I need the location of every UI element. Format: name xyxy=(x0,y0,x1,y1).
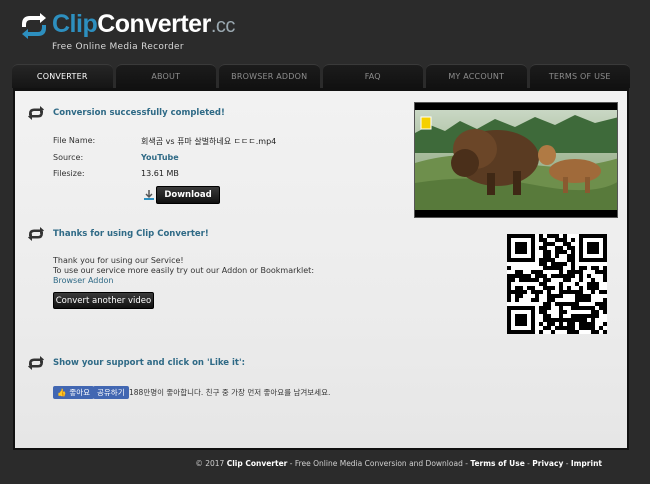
sync-icon xyxy=(28,227,44,241)
footer-imprint-link[interactable]: Imprint xyxy=(571,459,602,468)
thumbs-up-icon: 👍 xyxy=(57,388,67,397)
file-name-value: 회색곰 vs 퓨마 살벌하네요 ㄷㄷㄷ.mp4 xyxy=(141,137,277,146)
logo-subtitle: Free Online Media Recorder xyxy=(52,42,184,52)
tab-my-account[interactable]: MY ACCOUNT xyxy=(426,64,527,88)
tab-converter[interactable]: CONVERTER xyxy=(12,64,113,88)
like-count-text: 188만명이 좋아합니다. 친구 중 가장 먼저 좋아요를 남겨보세요. xyxy=(129,388,331,397)
logo-title: ClipConverter.cc xyxy=(52,10,235,38)
tab-faq[interactable]: FAQ xyxy=(322,64,423,88)
tab-terms-of-use[interactable]: TERMS OF USE xyxy=(529,64,630,88)
download-button[interactable]: Download xyxy=(156,186,220,204)
filesize-label: Filesize: xyxy=(53,169,85,178)
thanks-line-1: Thank you for using our Service! xyxy=(53,256,184,265)
video-thumbnail-image xyxy=(415,103,617,217)
like-button-label: 좋아요 xyxy=(69,388,91,397)
source-label: Source: xyxy=(53,153,84,162)
convert-another-video-button[interactable]: Convert another video xyxy=(53,292,154,309)
conversion-success-title: Conversion successfully completed! xyxy=(53,108,225,118)
content-panel: Conversion successfully completed! File … xyxy=(13,88,629,450)
thanks-title: Thanks for using Clip Converter! xyxy=(53,229,209,239)
tab-browser-addon[interactable]: BROWSER ADDON xyxy=(219,64,320,88)
facebook-share-button[interactable]: 공유하기 xyxy=(93,386,129,399)
footer-tagline: - Free Online Media Conversion and Downl… xyxy=(287,459,471,468)
main-nav-tabs: CONVERTER ABOUT BROWSER ADDON FAQ MY ACC… xyxy=(12,64,630,88)
logo-sync-icon xyxy=(22,13,46,39)
support-title: Show your support and click on 'Like it'… xyxy=(53,358,245,368)
qr-code-image[interactable] xyxy=(507,234,607,334)
footer-brand-link[interactable]: Clip Converter xyxy=(227,459,288,468)
sync-icon xyxy=(28,106,44,120)
filesize-value: 13.61 MB xyxy=(141,169,179,178)
footer-privacy-link[interactable]: Privacy xyxy=(532,459,563,468)
clipconverter-logo[interactable]: ClipConverter.cc Free Online Media Recor… xyxy=(20,9,280,52)
footer-terms-link[interactable]: Terms of Use xyxy=(470,459,524,468)
footer-copyright: © 2017 xyxy=(195,459,225,468)
footer: © 2017 Clip Converter - Free Online Medi… xyxy=(195,459,602,468)
sync-icon xyxy=(28,356,44,370)
download-icon xyxy=(144,190,154,200)
source-link[interactable]: YouTube xyxy=(141,153,179,162)
tab-about[interactable]: ABOUT xyxy=(115,64,216,88)
browser-addon-link[interactable]: Browser Addon xyxy=(53,276,113,286)
video-thumbnail[interactable] xyxy=(414,102,618,218)
footer-separator: - xyxy=(563,459,571,468)
file-name-label: File Name: xyxy=(53,136,96,145)
facebook-like-button[interactable]: 👍 좋아요 xyxy=(53,386,95,399)
thanks-line-2: To use our service more easily try out o… xyxy=(53,266,315,275)
